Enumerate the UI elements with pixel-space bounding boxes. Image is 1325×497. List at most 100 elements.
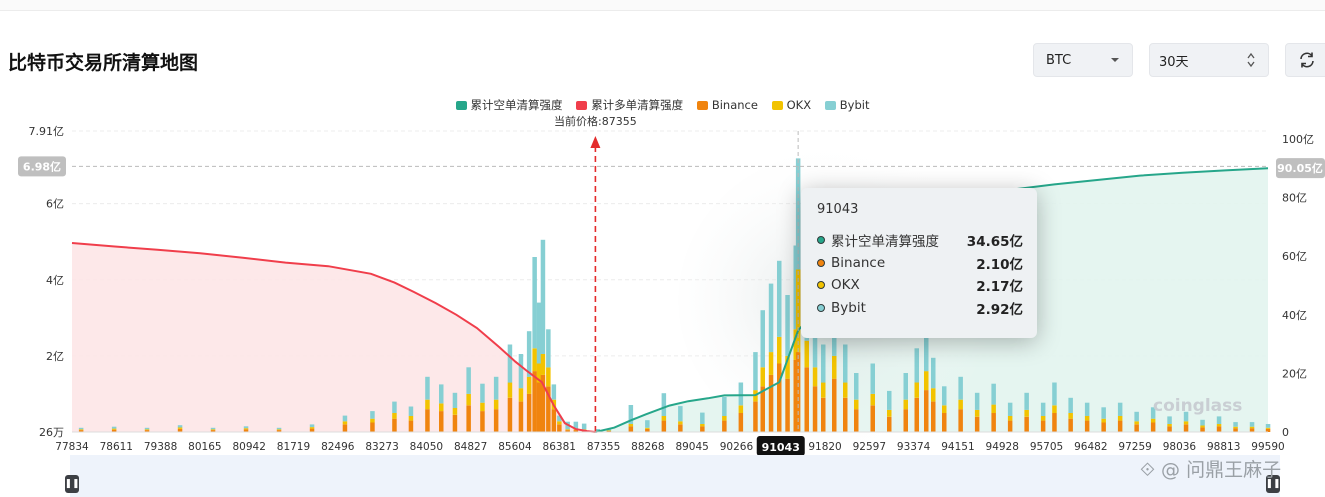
bar-binance: [738, 413, 744, 432]
bar-binance: [536, 382, 542, 432]
bar-bybit: [843, 344, 848, 383]
bar-okx: [974, 409, 980, 417]
bar-binance: [854, 409, 859, 432]
coinglass-brand: coinglass: [1153, 396, 1243, 416]
bar-binance: [425, 409, 430, 432]
bar-binance: [768, 374, 774, 432]
tooltip-dot: [817, 258, 825, 267]
bar-binance: [832, 378, 837, 432]
bar-binance: [1084, 420, 1090, 432]
bar-binance: [661, 420, 667, 432]
bar-okx: [924, 371, 929, 391]
x-axis-tick-label: 98813: [1207, 441, 1240, 453]
y-left-tick-label: 4亿: [46, 274, 64, 287]
tooltip-row-binance: Binance 2.10亿: [817, 252, 1023, 275]
x-axis-tick-label: 89045: [675, 441, 708, 453]
bar-bybit: [466, 367, 471, 394]
bar-okx: [1117, 416, 1123, 421]
bar-okx: [958, 399, 963, 410]
bar-binance: [785, 378, 790, 432]
zoom-handle-left[interactable]: ❚❚: [64, 475, 80, 493]
bar-okx: [78, 429, 84, 431]
bar-okx: [678, 421, 683, 425]
bar-okx: [392, 413, 397, 419]
bar-bybit: [1200, 419, 1205, 426]
x-axis-tick-label: 77834: [55, 441, 89, 453]
bar-binance: [507, 397, 513, 432]
bar-bybit: [177, 425, 183, 428]
bar-okx: [1007, 416, 1013, 421]
watermark-text: 问鼎王麻子: [1186, 459, 1282, 481]
bar-okx: [722, 416, 727, 421]
bar-okx: [1249, 426, 1255, 429]
tooltip-dot: [817, 303, 825, 312]
bar-bybit: [243, 426, 249, 429]
bar-bybit: [144, 427, 150, 430]
bar-okx: [1052, 405, 1057, 413]
bar-bybit: [914, 348, 919, 383]
bar-binance: [887, 416, 892, 432]
bar-binance: [557, 424, 562, 432]
bar-binance: [309, 428, 315, 432]
bar-binance: [628, 426, 634, 432]
bar-binance: [551, 409, 557, 432]
bar-bybit: [210, 427, 216, 430]
x-axis-tick-label: 83273: [365, 441, 398, 453]
bar-okx: [606, 430, 612, 431]
bar-okx: [661, 416, 667, 421]
bar-binance: [700, 426, 705, 432]
bar-bybit: [870, 363, 875, 394]
y-right-tick-label: 40亿: [1282, 309, 1307, 322]
bar-okx: [507, 382, 513, 398]
bar-okx: [821, 382, 826, 398]
bar-binance: [466, 405, 471, 432]
bar-okx: [843, 382, 848, 398]
bar-binance: [821, 397, 826, 432]
x-axis-tick-label: 80942: [232, 441, 265, 453]
tooltip-row-short-cumulative: 累计空单清算强度 34.65亿: [817, 229, 1023, 252]
bar-bybit: [1101, 407, 1106, 419]
bar-binance: [493, 409, 499, 432]
tooltip-value: 34.65亿: [966, 234, 1023, 251]
x-axis-tick-label: 92597: [853, 441, 886, 453]
bar-bybit: [722, 397, 727, 416]
y-right-tick-label: 20亿: [1282, 367, 1307, 380]
bar-bybit: [452, 392, 458, 408]
liquidation-chart[interactable]: 当前价格:87355 77834 78611 79388 80165 80942 81719…: [0, 0, 1325, 497]
bar-bybit: [1265, 424, 1271, 428]
bar-bybit: [678, 406, 683, 422]
bar-bybit: [370, 411, 375, 419]
bar-bybit: [645, 420, 650, 428]
bar-binance: [1216, 426, 1222, 432]
bar-okx: [1167, 424, 1172, 427]
bar-binance: [812, 386, 818, 432]
x-axis-tick-label: 79388: [144, 441, 177, 453]
tooltip-label: Binance: [831, 254, 886, 271]
tooltip-value: 2.17亿: [976, 279, 1023, 296]
bar-okx: [1024, 409, 1029, 417]
bar-okx: [914, 382, 919, 398]
bar-okx: [832, 355, 837, 379]
bar-binance: [958, 409, 963, 432]
bar-binance: [1167, 426, 1172, 432]
bar-binance: [480, 411, 485, 432]
tooltip-label: 累计空单清算强度: [831, 234, 939, 251]
bar-binance: [974, 416, 980, 432]
y-right-tick-label: 0: [1282, 426, 1289, 439]
bar-okx: [480, 402, 485, 412]
bar-binance: [924, 390, 929, 432]
bar-bybit: [540, 239, 546, 354]
bar-binance: [914, 397, 919, 432]
bar-okx: [452, 408, 458, 415]
bar-bybit: [493, 376, 499, 400]
bar-okx: [526, 376, 532, 394]
bar-bybit: [546, 329, 551, 368]
data-zoom-slider[interactable]: [70, 455, 1280, 497]
bar-binance: [843, 397, 848, 432]
bar-binance: [392, 418, 397, 432]
bar-binance: [408, 420, 414, 432]
x-axis-tick-label: 91043: [762, 441, 800, 454]
bar-okx: [942, 405, 947, 413]
current-price-arrow: [590, 136, 601, 148]
bar-okx: [439, 403, 444, 412]
